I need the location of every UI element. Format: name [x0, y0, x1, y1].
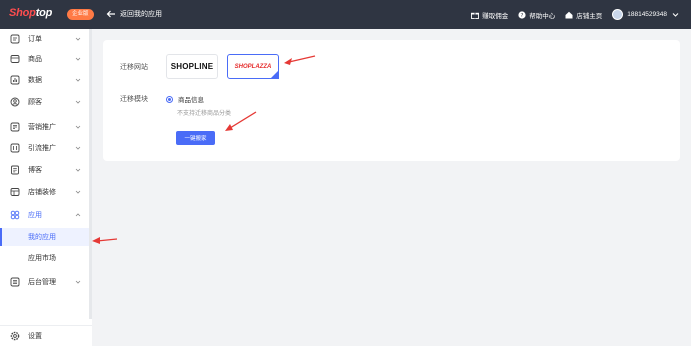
svg-text:?: ? [521, 13, 524, 19]
avatar[interactable] [612, 9, 624, 20]
one-click-migrate-button[interactable]: 一键搬家 [176, 131, 215, 145]
sidebar-item-label: 应用 [28, 212, 42, 219]
gift-icon [471, 12, 480, 19]
back-label: 返回我的应用 [120, 11, 162, 18]
sidebar-item-orders[interactable]: 订单 [0, 29, 89, 49]
sidebar-item-settings[interactable]: 设置 [0, 325, 92, 346]
sidebar-item-products[interactable]: 商品 [0, 49, 89, 69]
site-option-shopline[interactable]: SHOPLINE [166, 54, 218, 79]
help-center-link[interactable]: ? 帮助中心 [518, 10, 555, 20]
sidebar-item-apps[interactable]: 应用 [0, 205, 89, 225]
sidebar: 订单 商品 数据 顾客 营销推广 引流推广 博客 店铺装修 应用 我的应用 应用… [0, 29, 92, 346]
account-number[interactable]: 18814529348 [627, 11, 667, 18]
chevron-down-icon [75, 280, 81, 284]
sidebar-item-data[interactable]: 数据 [0, 70, 89, 90]
store-design-icon [10, 188, 20, 196]
migration-card: 迁移网站 SHOPLINE SHOPLAZZA 迁移模块 商品信息 不支持迁移商… [103, 40, 680, 161]
arrow-to-my-apps [92, 237, 118, 244]
sidebar-item-label: 营销推广 [28, 124, 56, 131]
settings-label: 设置 [28, 333, 42, 340]
store-home-label: 店铺主页 [576, 12, 603, 20]
customer-icon [10, 97, 20, 107]
chevron-down-icon [75, 190, 81, 194]
product-icon [10, 55, 20, 63]
blog-icon [11, 165, 19, 175]
module-hint: 不支持迁移商品分类 [177, 111, 232, 117]
sidebar-item-label: 订单 [28, 36, 42, 43]
admin-icon [10, 277, 20, 287]
sidebar-subitem-my-apps[interactable]: 我的应用 [0, 228, 89, 246]
sidebar-item-label: 店铺装修 [28, 189, 56, 196]
traffic-icon [10, 143, 20, 153]
chevron-down-icon [75, 100, 81, 104]
chevron-up-icon [75, 213, 81, 217]
back-to-my-apps-link[interactable]: 返回我的应用 [106, 9, 162, 19]
sidebar-item-admin[interactable]: 后台管理 [0, 272, 89, 292]
sidebar-item-label: 商品 [28, 56, 42, 63]
chevron-down-icon [75, 57, 81, 61]
shoptop-logo[interactable]: Shoptop [9, 7, 52, 19]
earn-commission-label: 赚取佣金 [482, 12, 509, 20]
earn-commission-link[interactable]: 赚取佣金 [471, 10, 508, 20]
sidebar-item-customers[interactable]: 顾客 [0, 92, 89, 112]
selected-check-icon [270, 70, 279, 79]
sidebar-item-label: 博客 [28, 167, 42, 174]
sidebar-item-traffic[interactable]: 引流推广 [0, 138, 89, 158]
top-bar: Shoptop 企业版 返回我的应用 赚取佣金 ? 帮助中心 店铺主页 1881… [0, 0, 691, 29]
help-center-label: 帮助中心 [529, 12, 556, 20]
sidebar-item-store-design[interactable]: 店铺装修 [0, 182, 89, 202]
migration-module-label: 迁移模块 [120, 96, 148, 103]
shoplazza-logo: SHOPLAZZA [234, 63, 272, 70]
arrow-left-icon [106, 10, 115, 18]
sidebar-item-label: 引流推广 [28, 145, 56, 152]
chevron-down-icon [75, 125, 81, 129]
sidebar-item-blog[interactable]: 博客 [0, 160, 89, 180]
chevron-down-icon [75, 168, 81, 172]
help-icon: ? [518, 10, 526, 19]
sidebar-item-label: 顾客 [28, 99, 42, 106]
sidebar-item-label: 数据 [28, 77, 42, 84]
module-option-label: 商品信息 [178, 97, 204, 104]
home-icon [565, 11, 573, 18]
gear-icon [10, 331, 20, 341]
module-option-product-info[interactable]: 商品信息 [166, 94, 204, 104]
apps-icon [10, 210, 20, 220]
chevron-down-icon[interactable] [672, 11, 679, 18]
site-option-shoplazza[interactable]: SHOPLAZZA [227, 54, 279, 79]
migration-site-label: 迁移网站 [120, 64, 148, 71]
chevron-down-icon [75, 146, 81, 150]
marketing-icon [10, 122, 20, 132]
radio-selected-icon[interactable] [166, 95, 173, 103]
sidebar-subitem-app-market[interactable]: 应用市场 [0, 249, 89, 267]
chevron-down-icon [75, 37, 81, 41]
edition-badge: 企业版 [67, 9, 94, 20]
order-icon [10, 34, 20, 44]
sidebar-item-marketing[interactable]: 营销推广 [0, 117, 89, 137]
data-icon [10, 75, 20, 85]
chevron-down-icon [75, 78, 81, 82]
sidebar-item-label: 后台管理 [28, 279, 56, 286]
store-home-link[interactable]: 店铺主页 [565, 10, 602, 20]
